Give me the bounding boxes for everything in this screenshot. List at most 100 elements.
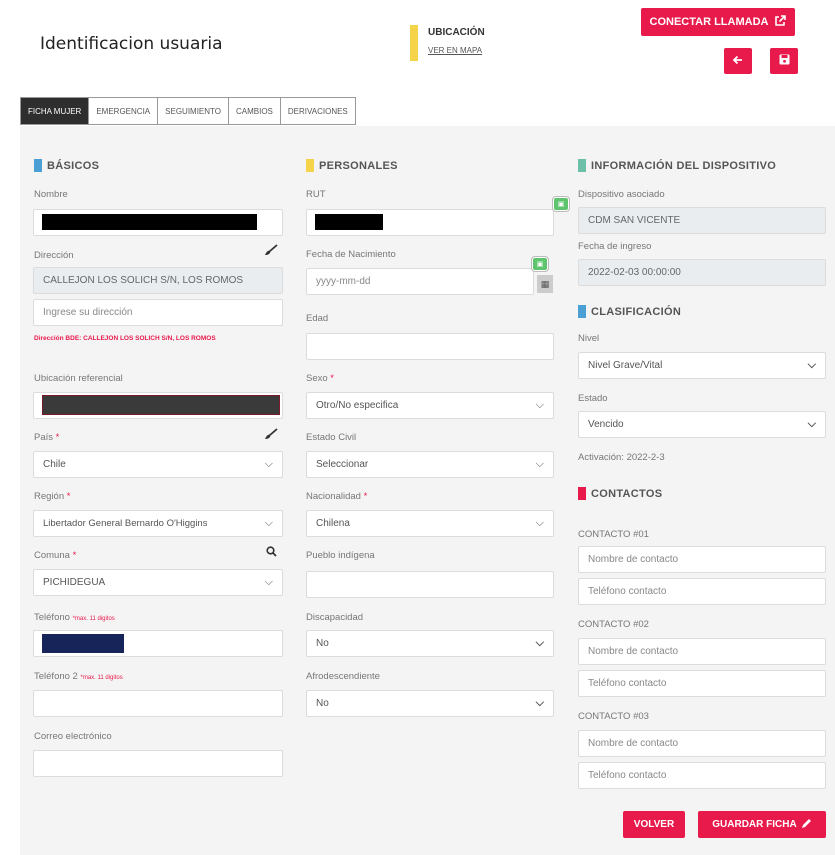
afrodescendiente-value: No <box>316 698 329 709</box>
contacto-2-name-input[interactable]: Nombre de contacto <box>578 638 826 665</box>
direccion-warning: Dirección BDE: CALLEJON LOS SOLICH S/N, … <box>34 335 216 342</box>
section-marker <box>578 159 586 172</box>
tab-seguimiento[interactable]: SEGUIMIENTO <box>158 98 229 124</box>
discapacidad-select[interactable]: No ⌵ <box>306 630 554 657</box>
back-button[interactable] <box>724 48 752 74</box>
section-marker <box>578 487 586 500</box>
estado-label: Estado <box>578 393 608 404</box>
dispositivo-asociado-value: CDM SAN VICENTE <box>578 207 826 234</box>
chevron-down-icon: ⌵ <box>535 458 544 470</box>
estado-civil-label: Estado Civil <box>306 432 357 443</box>
brush-icon[interactable] <box>264 244 278 259</box>
section-marker <box>578 305 586 318</box>
nombre-label: Nombre <box>34 189 68 200</box>
volver-button[interactable]: VOLVER <box>623 811 685 838</box>
chevron-down-icon: ⌵ <box>535 399 544 411</box>
nacionalidad-label: Nacionalidad * <box>306 491 368 502</box>
chevron-down-icon: ⌵ <box>535 517 544 529</box>
dispositivo-asociado-label: Dispositivo asociado <box>578 189 665 200</box>
fecha-ingreso-label: Fecha de ingreso <box>578 241 652 252</box>
rut-label: RUT <box>306 189 326 200</box>
contacto-3-label: CONTACTO #03 <box>578 711 649 722</box>
chevron-down-icon: ⌵ <box>264 458 273 470</box>
estado-civil-select[interactable]: Seleccionar ⌵ <box>306 451 554 478</box>
tab-bar: FICHA MUJER EMERGENCIA SEGUIMIENTO CAMBI… <box>20 97 356 125</box>
sexo-select[interactable]: Otro/No especifica ⌵ <box>306 392 554 419</box>
contacto-3-phone-input[interactable]: Teléfono contacto <box>578 762 826 789</box>
contacto-3-name-input[interactable]: Nombre de contacto <box>578 730 826 757</box>
afrodescendiente-select[interactable]: No ⌵ <box>306 690 554 717</box>
estado-civil-value: Seleccionar <box>316 459 369 470</box>
tab-ficha-mujer[interactable]: FICHA MUJER <box>21 98 90 124</box>
contacto-2-label: CONTACTO #02 <box>578 619 649 630</box>
contacto-2-phone-input[interactable]: Teléfono contacto <box>578 670 826 697</box>
estado-select[interactable]: Vencido ⌵ <box>578 411 826 438</box>
region-label: Región * <box>34 491 71 502</box>
tab-cambios[interactable]: CAMBIOS <box>229 98 281 124</box>
arrow-left-icon <box>732 53 744 69</box>
basicos-heading-text: BÁSICOS <box>47 159 100 172</box>
id-card-icon[interactable]: ▣ <box>532 257 548 271</box>
edad-input[interactable] <box>306 333 554 360</box>
search-icon[interactable] <box>266 546 277 560</box>
correo-label: Correo electrónico <box>34 731 112 742</box>
pais-select[interactable]: Chile ⌵ <box>33 451 283 478</box>
comuna-value: PICHIDEGUA <box>43 577 106 588</box>
contactos-heading: CONTACTOS <box>578 487 662 500</box>
estado-value: Vencido <box>588 419 624 430</box>
contacto-1-name-input[interactable]: Nombre de contacto <box>578 546 826 573</box>
chevron-down-icon: ⌵ <box>807 359 816 371</box>
dispositivo-heading: INFORMACIÓN DEL DISPOSITIVO <box>578 159 776 172</box>
nivel-select[interactable]: Nivel Grave/Vital ⌵ <box>578 352 826 379</box>
redacted-block <box>42 214 257 230</box>
tab-emergencia[interactable]: EMERGENCIA <box>89 98 159 124</box>
telefono2-input[interactable] <box>33 690 283 717</box>
redacted-block <box>315 214 383 230</box>
chevron-down-icon: ⌵ <box>264 517 273 529</box>
pais-value: Chile <box>43 459 66 470</box>
conectar-llamada-label: CONECTAR LLAMADA <box>649 16 769 28</box>
pueblo-indigena-input[interactable] <box>306 571 554 598</box>
fecha-nacimiento-input[interactable]: yyyy-mm-dd <box>306 268 534 295</box>
direccion-label: Dirección <box>34 250 74 261</box>
discapacidad-label: Discapacidad <box>306 612 364 623</box>
redacted-block <box>42 395 280 415</box>
contacto-1-phone-input[interactable]: Teléfono contacto <box>578 578 826 605</box>
nivel-value: Nivel Grave/Vital <box>588 360 663 371</box>
nivel-label: Nivel <box>578 333 600 344</box>
ver-en-mapa-link[interactable]: VER EN MAPA <box>428 46 482 55</box>
correo-input[interactable] <box>33 750 283 777</box>
contactos-heading-text: CONTACTOS <box>591 487 663 500</box>
conectar-llamada-button[interactable]: CONECTAR LLAMADA <box>641 8 795 36</box>
telefono-label: Teléfono *max. 11 digitos <box>34 612 115 623</box>
region-select[interactable]: Libertador General Bernardo O'Higgins ⌵ <box>33 510 283 537</box>
activacion-text: Activación: 2022-2-3 <box>578 452 665 463</box>
sexo-value: Otro/No especifica <box>316 400 399 411</box>
calendar-icon[interactable]: ▦ <box>537 275 553 293</box>
chevron-down-icon: ⌵ <box>807 418 816 430</box>
brush-icon[interactable] <box>264 428 278 443</box>
guardar-ficha-button[interactable]: GUARDAR FICHA <box>698 811 826 838</box>
id-card-icon[interactable]: ▣ <box>553 197 569 211</box>
external-link-icon <box>774 14 787 30</box>
save-button[interactable] <box>770 48 798 74</box>
clasificacion-heading: CLASIFICACIÓN <box>578 305 681 318</box>
chevron-down-icon: ⌵ <box>264 576 273 588</box>
personales-heading: PERSONALES <box>306 159 398 172</box>
nacionalidad-select[interactable]: Chilena ⌵ <box>306 510 554 537</box>
direccion-readonly: CALLEJON LOS SOLICH S/N, LOS ROMOS <box>33 267 283 294</box>
chevron-down-icon: ⌵ <box>535 697 544 709</box>
pais-label: País * <box>34 432 60 443</box>
personales-heading-text: PERSONALES <box>319 159 398 172</box>
tab-derivaciones[interactable]: DERIVACIONES <box>280 98 355 124</box>
section-marker <box>34 159 42 172</box>
clasificacion-heading-text: CLASIFICACIÓN <box>591 305 682 318</box>
comuna-select[interactable]: PICHIDEGUA ⌵ <box>33 569 283 596</box>
discapacidad-value: No <box>316 638 329 649</box>
telefono2-label: Teléfono 2 *max. 11 digitos <box>34 671 123 682</box>
ubicacion-referencial-label: Ubicación referencial <box>34 373 123 384</box>
direccion-input[interactable]: Ingrese su dirección <box>33 299 283 326</box>
guardar-ficha-label: GUARDAR FICHA <box>712 819 797 830</box>
sexo-label: Sexo * <box>306 373 334 384</box>
floppy-icon <box>779 54 790 68</box>
